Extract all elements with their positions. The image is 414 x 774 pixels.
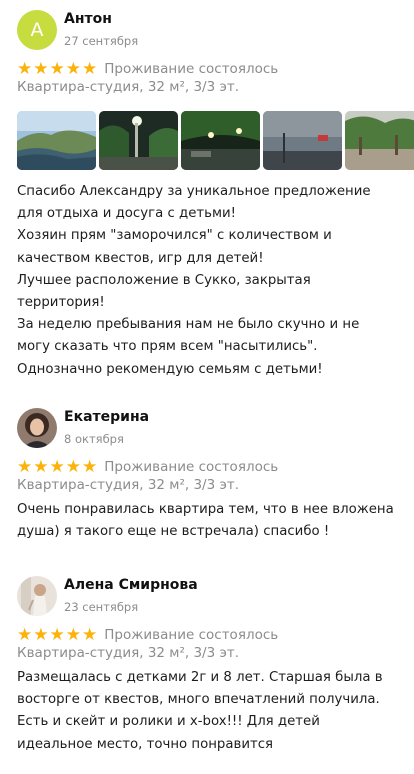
review-text-line: территория! — [17, 295, 105, 311]
avatar[interactable]: А — [17, 10, 57, 50]
review-text-line: Лучшее расположение в Сукко, закрытая — [17, 272, 311, 288]
star-icon: ★ — [17, 456, 33, 477]
rating-row: ★ ★ ★ ★ ★ Проживание состоялось — [17, 625, 278, 645]
review-text-line: для отдыха и досуга с детьми! — [17, 206, 236, 222]
rating-stars: ★ ★ ★ ★ ★ — [17, 58, 98, 79]
star-icon: ★ — [33, 456, 49, 477]
review-photo[interactable] — [263, 111, 342, 170]
rating-row: ★ ★ ★ ★ ★ Проживание состоялось — [17, 457, 278, 477]
review-date: 23 сентября — [64, 600, 139, 614]
star-icon: ★ — [82, 58, 98, 79]
review-date: 27 сентября — [64, 34, 139, 48]
star-icon: ★ — [82, 624, 98, 645]
star-icon: ★ — [65, 58, 81, 79]
rating-stars: ★ ★ ★ ★ ★ — [17, 456, 98, 477]
review-photo[interactable] — [17, 111, 96, 170]
stay-status: Проживание состоялось — [104, 627, 279, 643]
review-text-line: качеством квестов, игр для детей! — [17, 250, 264, 266]
apartment-info: Квартира-студия, 32 м², 3/3 эт. — [17, 79, 240, 95]
review-text-line: Спасибо Александру за уникальное предлож… — [17, 184, 371, 199]
reviewer-name: Екатерина — [64, 409, 150, 425]
apartment-info: Квартира-студия, 32 м², 3/3 эт. — [17, 645, 240, 661]
avatar[interactable] — [17, 408, 57, 448]
star-icon: ★ — [49, 58, 65, 79]
review-text-line: Очень понравилась квартира тем, что в не… — [17, 502, 394, 517]
review-text-line: Однозначно рекомендую семьям с детьми! — [17, 361, 323, 377]
review-text-line: За неделю пребывания нам не было скучно … — [17, 317, 360, 333]
review-text-line: Размещалась с детками 2г и 8 лет. Старша… — [17, 670, 383, 685]
review-text: Очень понравилась квартира тем, что в не… — [17, 499, 402, 543]
reviewer-name: Антон — [64, 11, 112, 27]
avatar[interactable] — [17, 576, 57, 616]
review-photo[interactable] — [99, 111, 178, 170]
star-icon: ★ — [33, 58, 49, 79]
apartment-info: Квартира-студия, 32 м², 3/3 эт. — [17, 477, 240, 493]
review-text-line: душа) я такого еще не встречала) спасибо… — [17, 524, 330, 540]
review-photo[interactable] — [345, 111, 414, 170]
star-icon: ★ — [82, 456, 98, 477]
review-text-line: Хозяин прям "заморочился" с количеством … — [17, 228, 332, 244]
review-text: Размещалась с детками 2г и 8 лет. Старша… — [17, 667, 402, 756]
review-text-line: восторге от квестов, много впечатлений п… — [17, 692, 380, 708]
star-icon: ★ — [33, 624, 49, 645]
star-icon: ★ — [17, 58, 33, 79]
star-icon: ★ — [65, 624, 81, 645]
review-text-line: Есть и скейт и ролики и x-box!!! Для дет… — [17, 714, 320, 730]
review-date: 8 октября — [64, 432, 124, 446]
reviewer-name: Алена Смирнова — [64, 577, 198, 593]
star-icon: ★ — [65, 456, 81, 477]
review-text: Спасибо Александру за уникальное предлож… — [17, 181, 402, 381]
review-text-line: могу сказать что прям всем "насытились". — [17, 339, 318, 355]
star-icon: ★ — [49, 624, 65, 645]
stay-status: Проживание состоялось — [104, 459, 279, 475]
star-icon: ★ — [17, 624, 33, 645]
rating-stars: ★ ★ ★ ★ ★ — [17, 624, 98, 645]
star-icon: ★ — [49, 456, 65, 477]
stay-status: Проживание состоялось — [104, 61, 279, 77]
rating-row: ★ ★ ★ ★ ★ Проживание состоялось — [17, 59, 278, 79]
photo-gallery — [17, 111, 414, 170]
review-text-line: идеальное место, точно понравится — [17, 736, 274, 752]
review-photo[interactable] — [181, 111, 260, 170]
